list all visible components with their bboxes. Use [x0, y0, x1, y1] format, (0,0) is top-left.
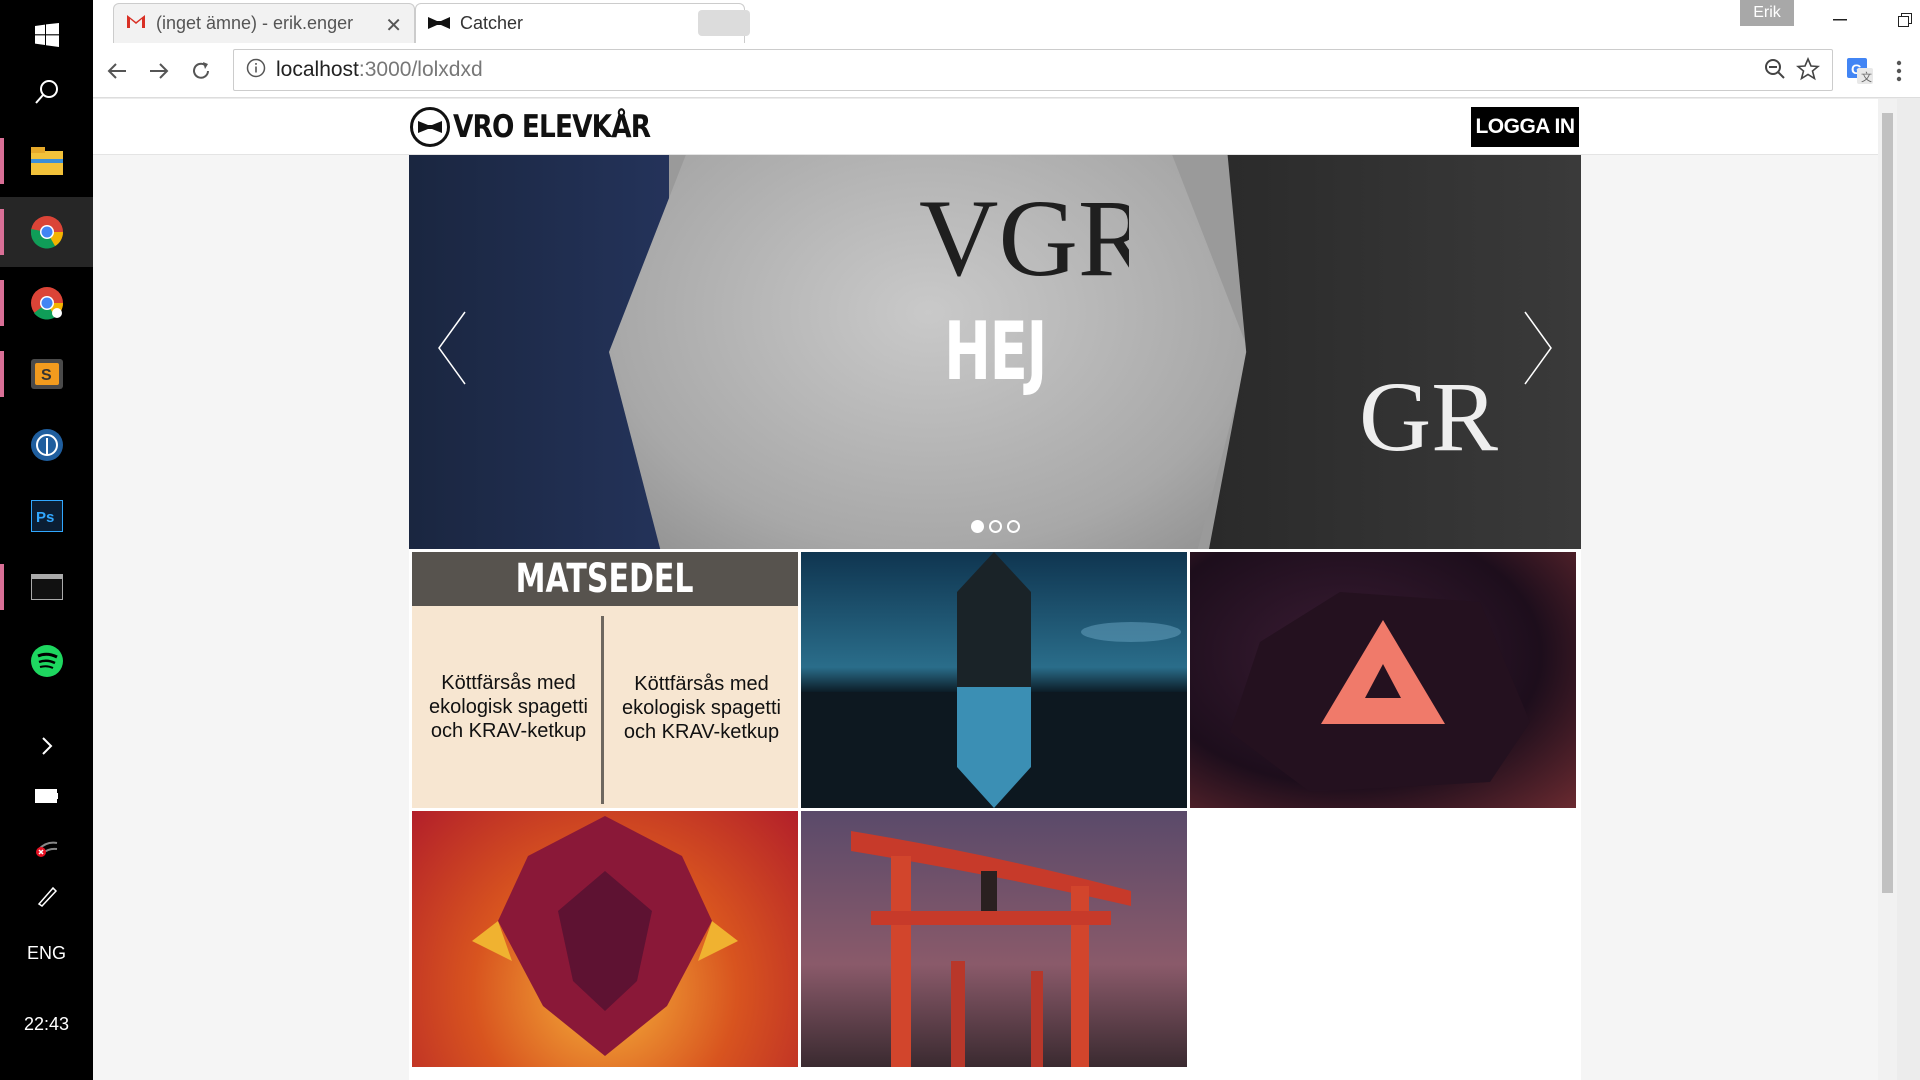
web-page: VRO ELEVKÅR LOGGA IN VGR GR HEJ MATSEDEL — [93, 99, 1897, 1080]
chrome-icon[interactable] — [0, 197, 93, 267]
reload-icon[interactable] — [183, 53, 219, 89]
gmail-icon — [126, 13, 146, 34]
windows-taskbar: S Ps ENG 22:43 — [0, 0, 93, 1080]
menu-item: Köttfärsås med ekologisk spagetti och KR… — [622, 673, 781, 743]
gallery-tile-torii[interactable] — [801, 811, 1187, 1067]
menu-card[interactable]: MATSEDEL Köttfärsås med ekologisk spaget… — [412, 552, 798, 808]
brand-name: VRO ELEVKÅR — [453, 109, 651, 145]
svg-text:Ps: Ps — [36, 509, 54, 526]
gallery-tile-lion[interactable] — [412, 811, 798, 1067]
carousel-prev-icon[interactable] — [437, 310, 467, 401]
sublime-text-icon[interactable]: S — [0, 339, 93, 409]
pinned-indicator — [0, 564, 4, 610]
tab-title: (inget ämne) - erik.enger — [156, 13, 354, 33]
url-host: localhost — [276, 58, 359, 81]
minimize-icon[interactable] — [1722, 0, 1792, 40]
menu-kebab-icon[interactable] — [1881, 53, 1917, 89]
pinned-indicator — [0, 209, 4, 255]
menu-divider — [601, 616, 604, 804]
spotify-icon[interactable] — [0, 626, 93, 696]
photoshop-icon[interactable]: Ps — [0, 481, 93, 551]
scrollbar[interactable] — [1878, 99, 1897, 1080]
site-header: VRO ELEVKÅR LOGGA IN — [93, 99, 1897, 155]
carousel-dot-3[interactable] — [1006, 520, 1020, 533]
torii-gate-image — [851, 831, 1131, 1067]
info-icon[interactable] — [246, 58, 266, 83]
clock[interactable]: 22:43 — [0, 1000, 93, 1048]
gallery-tile-triangle[interactable] — [1190, 552, 1576, 808]
bookmark-star-icon[interactable] — [1795, 56, 1821, 86]
battery-icon[interactable] — [0, 772, 93, 820]
triangle-logo-image — [1230, 592, 1530, 792]
lion-polygon-image — [472, 816, 738, 1056]
tab-gmail[interactable]: (inget ämne) - erik.enger ✕ — [113, 3, 415, 43]
chrome-canary-icon[interactable] — [0, 268, 93, 338]
minimize-icon[interactable] — [1805, 0, 1875, 40]
search-icon[interactable] — [0, 57, 93, 127]
zoom-icon[interactable] — [1764, 58, 1786, 85]
svg-text:文: 文 — [1861, 70, 1872, 84]
browser-tab-strip: (inget ämne) - erik.enger ✕ Catcher ✕ Er… — [93, 0, 1920, 43]
svg-text:S: S — [41, 367, 52, 384]
pinned-indicator — [0, 351, 4, 397]
pen-icon[interactable] — [0, 872, 93, 920]
scrollbar-thumb[interactable] — [1882, 113, 1893, 893]
clock-time: 22:43 — [23, 1013, 70, 1034]
menu-item: Köttfärsås med ekologisk spagetti och KR… — [429, 672, 588, 742]
sourcetree-icon[interactable] — [0, 410, 93, 480]
restore-icon[interactable] — [1870, 0, 1920, 40]
site-logo[interactable]: VRO ELEVKÅR — [410, 107, 685, 147]
bowtie-icon — [428, 13, 450, 34]
carousel-next-icon[interactable] — [1523, 310, 1553, 401]
pinned-indicator — [0, 138, 4, 184]
tab-catcher[interactable]: Catcher ✕ — [415, 3, 745, 43]
address-bar[interactable]: localhost:3000/lolxdxd — [233, 49, 1833, 91]
file-explorer-icon[interactable] — [0, 126, 93, 196]
carousel-dot-1[interactable] — [970, 520, 984, 533]
forward-icon[interactable] — [141, 53, 177, 89]
back-icon[interactable] — [99, 53, 135, 89]
terminal-icon[interactable] — [0, 552, 93, 622]
url-text[interactable]: localhost:3000/lolxdxd — [276, 58, 483, 82]
carousel-title: HEJ — [944, 305, 1047, 398]
gallery-tile-monolith[interactable] — [801, 552, 1187, 808]
close-tab-icon[interactable]: ✕ — [385, 13, 402, 38]
language-label: ENG — [26, 942, 66, 963]
monolith-image — [801, 552, 1187, 808]
carousel-indicators — [409, 520, 1581, 533]
chevron-right-icon[interactable] — [0, 722, 93, 770]
tab-title: Catcher — [460, 13, 524, 33]
hero-carousel: VGR GR HEJ — [409, 155, 1581, 549]
google-translate-icon[interactable]: G文 — [1842, 53, 1878, 89]
browser-toolbar: localhost:3000/lolxdxd G文 — [93, 43, 1920, 98]
svg-text:VGR: VGR — [919, 185, 1129, 299]
url-path: :3000/lolxdxd — [358, 58, 483, 81]
tile-grid: MATSEDEL Köttfärsås med ekologisk spaget… — [409, 549, 1581, 1080]
carousel-dot-2[interactable] — [988, 520, 1002, 533]
wifi-disconnected-icon[interactable] — [0, 822, 93, 870]
vrg-logo-mark: VGR — [919, 185, 1129, 299]
menu-title: MATSEDEL — [412, 552, 798, 606]
input-language[interactable]: ENG — [0, 929, 93, 977]
login-button[interactable]: LOGGA IN — [1471, 107, 1579, 147]
new-tab-button[interactable] — [698, 10, 750, 36]
bowtie-icon — [410, 107, 450, 147]
pinned-indicator — [0, 280, 4, 326]
